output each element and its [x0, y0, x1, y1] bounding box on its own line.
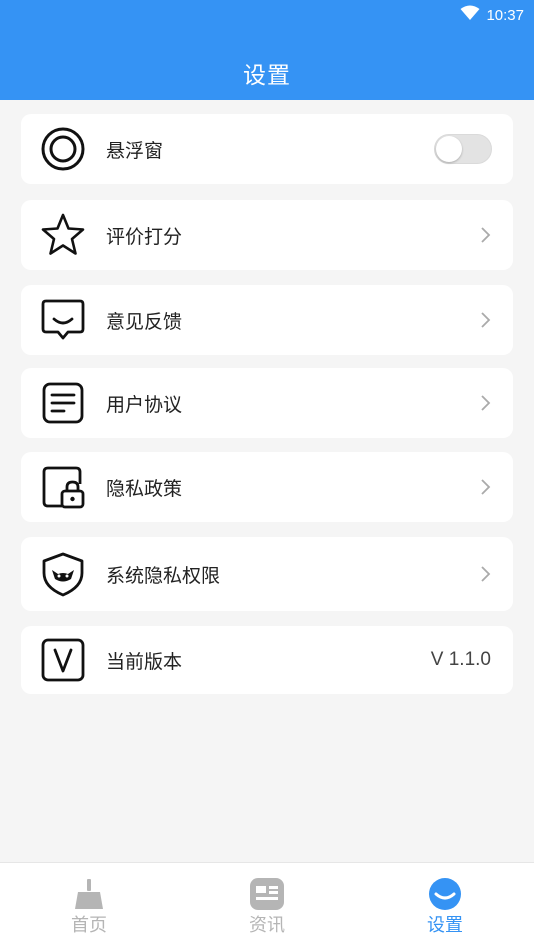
page-title: 设置 [243, 63, 291, 89]
setting-version: 当前版本 V 1.1.0 [21, 626, 513, 694]
chevron-right-icon [479, 394, 491, 412]
setting-system-permissions[interactable]: 系统隐私权限 [21, 537, 513, 611]
floating-window-icon [40, 126, 86, 172]
setting-label: 悬浮窗 [106, 139, 164, 162]
version-icon [40, 637, 86, 683]
setting-user-agreement[interactable]: 用户协议 [21, 368, 513, 438]
bottom-tab-bar: 首页 资讯 设置 [0, 862, 534, 949]
setting-label: 评价打分 [106, 225, 183, 248]
settings-face-icon [427, 877, 463, 911]
setting-privacy-policy[interactable]: 隐私政策 [21, 452, 513, 522]
document-icon [40, 380, 86, 426]
setting-label: 当前版本 [106, 650, 183, 673]
tab-label: 首页 [71, 915, 107, 936]
toggle-knob [436, 136, 462, 162]
news-icon [249, 877, 285, 911]
tab-label: 设置 [427, 915, 463, 936]
setting-label: 系统隐私权限 [106, 564, 221, 587]
setting-label: 隐私政策 [106, 477, 183, 500]
tab-news[interactable]: 资讯 [227, 877, 307, 937]
shield-icon [40, 551, 86, 597]
setting-rate[interactable]: 评价打分 [21, 200, 513, 270]
floating-window-toggle[interactable] [434, 134, 492, 164]
privacy-lock-icon [40, 464, 86, 510]
setting-label: 用户协议 [106, 393, 183, 416]
tab-home[interactable]: 首页 [49, 877, 129, 937]
status-time: 10:37 [486, 6, 524, 24]
broom-icon [71, 877, 107, 911]
setting-feedback[interactable]: 意见反馈 [21, 285, 513, 355]
chevron-right-icon [479, 311, 491, 329]
star-icon [40, 212, 86, 258]
tab-label: 资讯 [249, 915, 285, 936]
version-value: V 1.1.0 [430, 649, 491, 670]
chevron-right-icon [479, 565, 491, 583]
setting-floating-window[interactable]: 悬浮窗 [21, 114, 513, 184]
setting-label: 意见反馈 [106, 310, 183, 333]
status-bar: 10:37 [460, 4, 524, 26]
tab-settings[interactable]: 设置 [405, 877, 485, 937]
wifi-icon [460, 5, 480, 25]
chevron-right-icon [479, 478, 491, 496]
feedback-icon [40, 297, 86, 343]
chevron-right-icon [479, 226, 491, 244]
app-header: 10:37 设置 [0, 0, 534, 100]
